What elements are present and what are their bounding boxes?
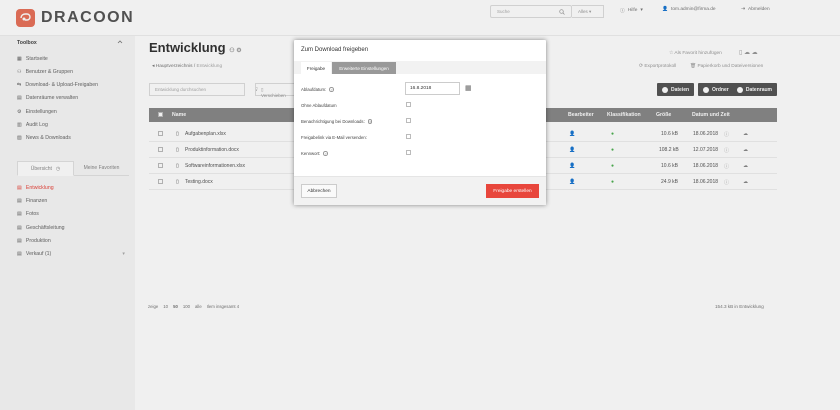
email-link-checkbox[interactable] [406, 134, 411, 139]
notify-label: Benachrichtigung bei Downloads:? [301, 119, 373, 124]
email-link-label: Freigabelink via E-Mail versenden: [301, 135, 367, 140]
no-expiry-text: Ohne Ablaufdatum [301, 103, 337, 108]
dialog-tabs: Freigabe Erweiterte Einstellungen [294, 61, 546, 74]
password-label: Kennwort:? [301, 151, 328, 156]
dialog-title: Zum Download freigeben [301, 47, 369, 53]
cancel-button[interactable]: Abbrechen [301, 184, 337, 198]
help-icon[interactable]: ? [329, 87, 334, 92]
tab-share[interactable]: Freigabe [301, 62, 331, 74]
email-link-text: Freigabelink via E-Mail versenden: [301, 135, 367, 140]
notify-checkbox[interactable] [406, 118, 411, 123]
notify-text: Benachrichtigung bei Downloads: [301, 119, 365, 124]
dialog-footer: Abbrechen Freigabe erstellen [294, 176, 546, 205]
help-icon[interactable]: ? [323, 151, 328, 156]
create-share-button[interactable]: Freigabe erstellen [486, 184, 539, 198]
expiry-date-value: 16.8.2018 [410, 86, 432, 91]
expiry-date-input[interactable]: 16.8.2018 [405, 82, 460, 95]
share-dialog: Zum Download freigeben Freigabe Erweiter… [294, 40, 546, 205]
no-expiry-label: Ohne Ablaufdatum [301, 103, 337, 108]
tab-advanced-settings[interactable]: Erweiterte Einstellungen [332, 62, 396, 74]
help-icon[interactable]: ? [367, 119, 373, 124]
no-expiry-checkbox[interactable] [406, 102, 411, 107]
expiry-label-text: Ablaufdatum: [301, 87, 327, 92]
password-text: Kennwort: [301, 151, 321, 156]
password-checkbox[interactable] [406, 150, 411, 155]
calendar-icon[interactable]: ▦ [465, 84, 472, 92]
expiry-label: Ablaufdatum:? [301, 87, 334, 92]
